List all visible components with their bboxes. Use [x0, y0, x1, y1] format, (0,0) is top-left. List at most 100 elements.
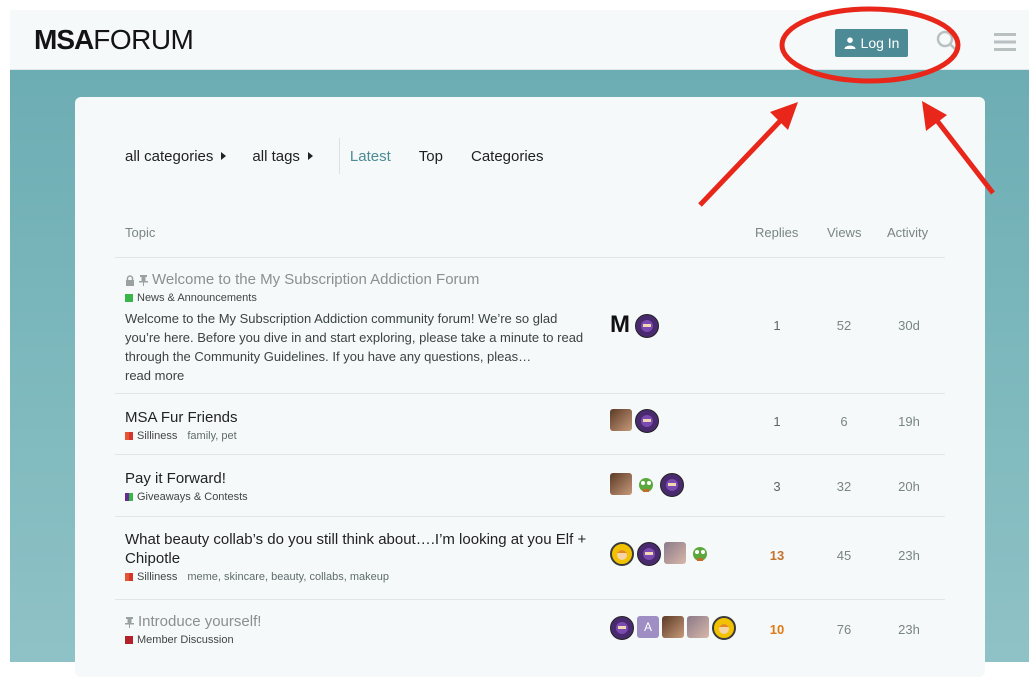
avatar[interactable] — [689, 542, 711, 564]
tag[interactable]: collabs — [309, 571, 343, 583]
avatar[interactable] — [635, 409, 659, 433]
logo-rest: FORUM — [93, 24, 194, 55]
categories-dropdown[interactable]: all categories — [125, 147, 227, 165]
tag[interactable]: makeup — [350, 571, 389, 583]
tab-top[interactable]: Top — [419, 148, 443, 165]
search-icon[interactable] — [936, 30, 958, 57]
tag[interactable]: beauty — [271, 571, 303, 583]
table-row[interactable]: Welcome to the My Subscription Addiction… — [125, 270, 945, 390]
views-count: 52 — [836, 318, 852, 333]
avatar[interactable] — [610, 473, 632, 495]
avatar[interactable] — [637, 542, 661, 566]
posters — [610, 473, 684, 497]
hamburger-icon[interactable] — [994, 32, 1016, 57]
topic-title[interactable]: Pay it Forward! — [125, 469, 945, 488]
topic-title-line: What beauty collab’s do you still think … — [125, 531, 587, 548]
replies-count[interactable]: 13 — [757, 548, 797, 563]
avatar-m-logo[interactable]: M — [610, 313, 632, 337]
category-color-square — [125, 493, 133, 501]
column-topic[interactable]: Topic — [125, 225, 155, 240]
category-badge[interactable]: Member Discussion — [125, 634, 945, 646]
table-row[interactable]: MSA Fur Friends Silliness family, pet 1 … — [125, 408, 945, 453]
pin-icon — [139, 274, 148, 286]
table-row[interactable]: Pay it Forward! Giveaways & Contests 3 3… — [125, 469, 945, 514]
replies-count[interactable]: 3 — [757, 479, 797, 494]
posters — [610, 542, 711, 566]
excerpt-text: Welcome to the My Subscription Addiction… — [125, 311, 584, 364]
navigation-bar: all categories all tags Latest Top Categ… — [125, 137, 572, 175]
tags-dropdown-label: all tags — [252, 147, 300, 165]
tab-categories[interactable]: Categories — [471, 148, 544, 165]
avatar[interactable] — [687, 616, 709, 638]
avatar[interactable] — [610, 409, 632, 431]
caret-right-icon — [221, 152, 227, 160]
avatar[interactable] — [610, 616, 634, 640]
category-color-square — [125, 573, 133, 581]
user-icon — [844, 37, 856, 49]
tags-dropdown[interactable]: all tags — [252, 148, 313, 165]
category-badge[interactable]: News & Announcements — [125, 292, 945, 304]
category-name: Silliness — [137, 430, 178, 442]
tag-list: family, pet — [187, 430, 237, 442]
login-button[interactable]: Log In — [835, 29, 908, 57]
column-views[interactable]: Views — [827, 225, 861, 240]
avatar-letter[interactable]: A — [637, 616, 659, 638]
category-badge[interactable]: Silliness meme, skincare, beauty, collab… — [125, 571, 945, 583]
avatar[interactable] — [635, 473, 657, 495]
views-count: 76 — [836, 622, 852, 637]
category-name: Silliness — [137, 571, 178, 583]
tag[interactable]: pet — [221, 430, 236, 442]
activity-time[interactable]: 20h — [889, 479, 929, 494]
tag[interactable]: meme — [187, 571, 218, 583]
posters — [610, 409, 659, 433]
topic-title-text: Welcome to the My Subscription Addiction… — [152, 271, 480, 288]
lock-icon — [126, 274, 134, 286]
site-header: MSAFORUM Log In — [10, 10, 1029, 70]
column-replies[interactable]: Replies — [755, 225, 798, 240]
topic-title[interactable]: Introduce yourself! — [125, 612, 945, 631]
views-count: 32 — [836, 479, 852, 494]
column-activity[interactable]: Activity — [887, 225, 928, 240]
avatar[interactable] — [635, 314, 659, 338]
avatar[interactable] — [662, 616, 684, 638]
topic-title-line: Chipotle — [125, 550, 181, 567]
posters: A — [610, 616, 736, 640]
topic-list-card: all categories all tags Latest Top Categ… — [75, 97, 985, 677]
topic-title[interactable]: Welcome to the My Subscription Addiction… — [125, 270, 945, 289]
replies-count[interactable]: 10 — [757, 622, 797, 637]
topic-title[interactable]: What beauty collab’s do you still think … — [125, 530, 945, 568]
posters: M — [610, 313, 659, 338]
topic-title-text: Introduce yourself! — [138, 613, 262, 630]
category-badge[interactable]: Silliness family, pet — [125, 430, 945, 442]
activity-time[interactable]: 23h — [889, 622, 929, 637]
views-count: 45 — [836, 548, 852, 563]
table-row[interactable]: Introduce yourself! Member Discussion A … — [125, 612, 945, 657]
avatar[interactable] — [610, 542, 634, 566]
site-logo[interactable]: MSAFORUM — [34, 24, 194, 55]
activity-time[interactable]: 30d — [889, 318, 929, 333]
avatar[interactable] — [660, 473, 684, 497]
login-label: Log In — [860, 35, 900, 51]
category-color-square — [125, 636, 133, 644]
table-row[interactable]: What beauty collab’s do you still think … — [125, 530, 945, 590]
replies-count[interactable]: 1 — [757, 414, 797, 429]
avatar[interactable] — [712, 616, 736, 640]
tag-list: meme, skincare, beauty, collabs, makeup — [187, 571, 389, 583]
divider — [115, 257, 945, 258]
read-more-link[interactable]: read more — [125, 368, 184, 383]
categories-dropdown-label: all categories — [125, 147, 214, 165]
category-color-square — [125, 294, 133, 302]
activity-time[interactable]: 23h — [889, 548, 929, 563]
category-badge[interactable]: Giveaways & Contests — [125, 491, 945, 503]
divider — [115, 516, 945, 517]
views-count: 6 — [840, 414, 848, 429]
topic-title[interactable]: MSA Fur Friends — [125, 408, 945, 427]
category-name: Giveaways & Contests — [137, 491, 248, 503]
tag[interactable]: skincare — [224, 571, 265, 583]
activity-time[interactable]: 19h — [889, 414, 929, 429]
replies-count[interactable]: 1 — [757, 318, 797, 333]
avatar[interactable] — [664, 542, 686, 564]
tab-latest[interactable]: Latest — [350, 148, 391, 165]
caret-right-icon — [307, 152, 313, 160]
tag[interactable]: family — [187, 430, 215, 442]
